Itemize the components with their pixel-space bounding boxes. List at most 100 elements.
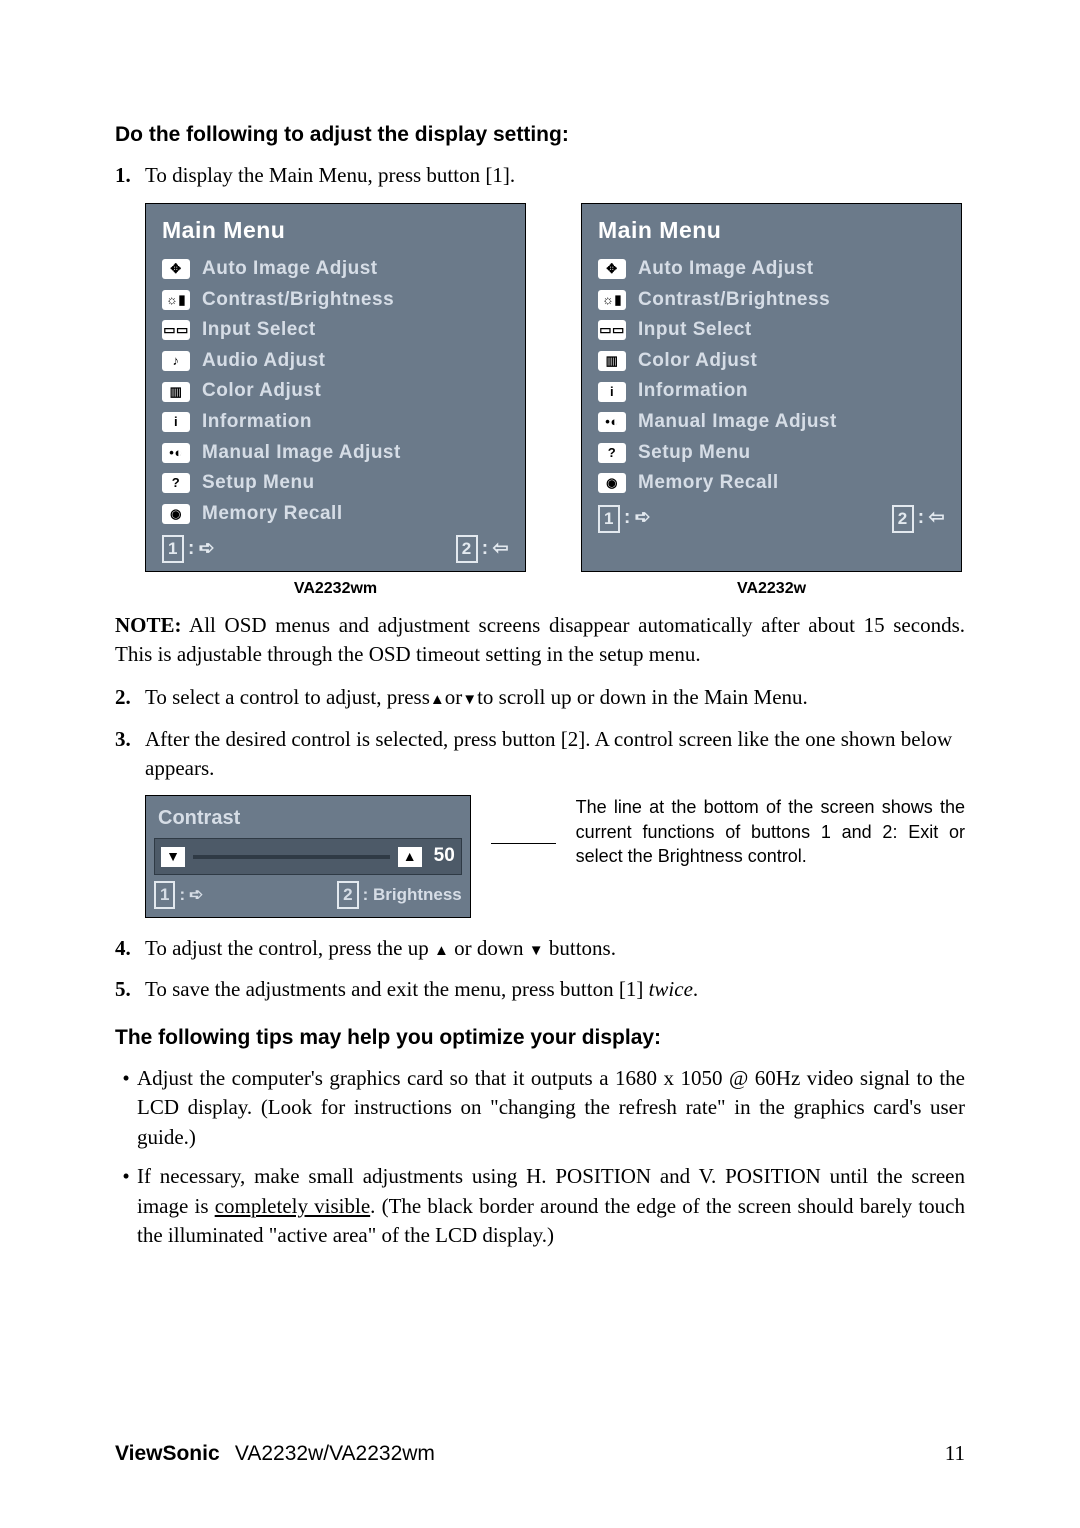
osd-contrast-screen: Contrast ▼ ▲ 50 1: 2: Brightness	[145, 795, 471, 917]
osd-footer: 1: 2:	[156, 529, 515, 565]
manual-icon: •◐	[162, 443, 190, 463]
osd-menu-item: i Information	[592, 376, 951, 407]
osd-item-label: Color Adjust	[638, 348, 757, 375]
model-label-left: VA2232wm	[145, 578, 526, 600]
callout-text: The line at the bottom of the screen sho…	[576, 795, 965, 868]
osd-footer: 1: 2:	[592, 499, 951, 535]
osd-item-label: Audio Adjust	[202, 348, 326, 375]
osd-menu-item: ♪ Audio Adjust	[156, 346, 515, 377]
step-text: To save the adjustments and exit the men…	[145, 975, 965, 1004]
tips-heading: The following tips may help you optimize…	[115, 1023, 965, 1052]
tip-2: • If necessary, make small adjustments u…	[115, 1162, 965, 1250]
audio-icon: ♪	[162, 351, 190, 371]
step-5: 5. To save the adjustments and exit the …	[115, 975, 965, 1004]
manual-icon: •◐	[598, 412, 626, 432]
step-number: 3.	[115, 725, 145, 784]
callout-line	[491, 843, 556, 883]
slider-up-icon: ▲	[398, 847, 422, 867]
step-2: 2. To select a control to adjust, presso…	[115, 683, 965, 712]
osd-menu-item: ✥Auto Image Adjust	[156, 254, 515, 285]
down-arrow-icon	[462, 685, 477, 709]
color-icon: ▥	[598, 351, 626, 371]
step-text: After the desired control is selected, p…	[145, 725, 965, 784]
osd-item-label: Input Select	[202, 317, 316, 344]
slider-down-icon: ▼	[161, 847, 185, 867]
step-4: 4. To adjust the control, press the up o…	[115, 934, 965, 963]
osd-foot-key-1: 1:	[162, 535, 215, 563]
osd-menu-item: ☼▮ Contrast/Brightness	[156, 285, 515, 316]
exit-icon	[635, 505, 651, 532]
osd-item-label: Contrast/Brightness	[202, 287, 394, 314]
step-number: 2.	[115, 683, 145, 712]
up-arrow-icon	[430, 685, 445, 709]
step-number: 1.	[115, 161, 145, 190]
slider-track	[193, 855, 390, 859]
step-1: 1. To display the Main Menu, press butto…	[115, 161, 965, 190]
page-number: 11	[945, 1439, 965, 1468]
osd-item-label: Memory Recall	[638, 470, 779, 497]
osd-item-label: Information	[638, 378, 748, 405]
osd-main-menu-left: Main Menu ✥Auto Image Adjust ☼▮ Contrast/B…	[145, 203, 526, 572]
osd-main-menu-right: Main Menu ✥Auto Image Adjust ☼▮ Contrast/B…	[581, 203, 962, 572]
step-text: To adjust the control, press the up or d…	[145, 934, 965, 963]
step-3: 3. After the desired control is selected…	[115, 725, 965, 784]
osd-foot-key-1: 1:	[598, 505, 651, 533]
tip-1: • Adjust the computer's graphics card so…	[115, 1064, 965, 1152]
osd-item-label: Contrast/Brightness	[638, 287, 830, 314]
osd-menu-item: ? Setup Menu	[156, 468, 515, 499]
step-text: To display the Main Menu, press button […	[145, 161, 965, 190]
tip-text: Adjust the computer's graphics card so t…	[137, 1064, 965, 1152]
input-icon: ▭▭	[598, 320, 626, 340]
osd-menu-item: •◐Manual Image Adjust	[592, 407, 951, 438]
contrast-foot-1: 1:	[154, 881, 203, 909]
input-icon: ▭▭	[162, 320, 190, 340]
osd-menus-row: Main Menu ✥Auto Image Adjust ☼▮ Contrast/B…	[145, 203, 965, 572]
contrast-title: Contrast	[154, 804, 462, 838]
enter-icon	[929, 505, 945, 532]
model-labels: VA2232wm VA2232w	[145, 578, 965, 600]
enter-icon	[493, 536, 509, 563]
osd-item-label: Information	[202, 409, 312, 436]
osd-item-label: Setup Menu	[202, 470, 315, 497]
contrast-footer: 1: 2: Brightness	[154, 875, 462, 909]
osd-menu-item: ▥ Color Adjust	[592, 346, 951, 377]
osd-menu-item: i Information	[156, 407, 515, 438]
osd-menu-item: ✥Auto Image Adjust	[592, 254, 951, 285]
osd-menu-item: ▭▭ Input Select	[156, 315, 515, 346]
up-arrow-icon	[434, 936, 449, 960]
note-label: NOTE:	[115, 613, 182, 637]
osd-menu-item: ◉ Memory Recall	[592, 468, 951, 499]
contrast-icon: ☼▮	[162, 290, 190, 310]
section-heading: Do the following to adjust the display s…	[115, 120, 965, 149]
osd-menu-item: ▭▭Input Select	[592, 315, 951, 346]
osd-menu-item: ?Setup Menu	[592, 438, 951, 469]
tip-text: If necessary, make small adjustments usi…	[137, 1162, 965, 1250]
page-footer: ViewSonic VA2232w/VA2232wm 11	[115, 1439, 965, 1468]
osd-item-label: Manual Image Adjust	[202, 440, 401, 467]
info-icon: i	[162, 412, 190, 432]
exit-icon	[189, 883, 203, 907]
model-label-right: VA2232w	[581, 578, 962, 600]
memory-icon: ◉	[598, 473, 626, 493]
footer-brand: ViewSonic	[115, 1442, 220, 1465]
slider-value: 50	[430, 843, 455, 870]
auto-adjust-icon: ✥	[598, 259, 626, 279]
info-icon: i	[598, 382, 626, 402]
osd-item-label: Memory Recall	[202, 501, 343, 528]
osd-menu-item: •◐ Manual Image Adjust	[156, 438, 515, 469]
contrast-example-row: Contrast ▼ ▲ 50 1: 2: Brightness The lin…	[145, 795, 965, 917]
setup-icon: ?	[162, 473, 190, 493]
exit-icon	[199, 536, 215, 563]
memory-icon: ◉	[162, 504, 190, 524]
osd-title: Main Menu	[156, 210, 515, 254]
auto-adjust-icon: ✥	[162, 259, 190, 279]
osd-item-label: Color Adjust	[202, 378, 321, 405]
bullet-icon: •	[115, 1064, 137, 1152]
down-arrow-icon	[529, 936, 544, 960]
note-text: All OSD menus and adjustment screens dis…	[115, 613, 965, 666]
osd-title: Main Menu	[592, 210, 951, 254]
contrast-icon: ☼▮	[598, 290, 626, 310]
osd-menu-item: ◉ Memory Recall	[156, 499, 515, 530]
contrast-slider: ▼ ▲ 50	[154, 838, 462, 875]
contrast-foot-2: 2: Brightness	[337, 881, 462, 909]
